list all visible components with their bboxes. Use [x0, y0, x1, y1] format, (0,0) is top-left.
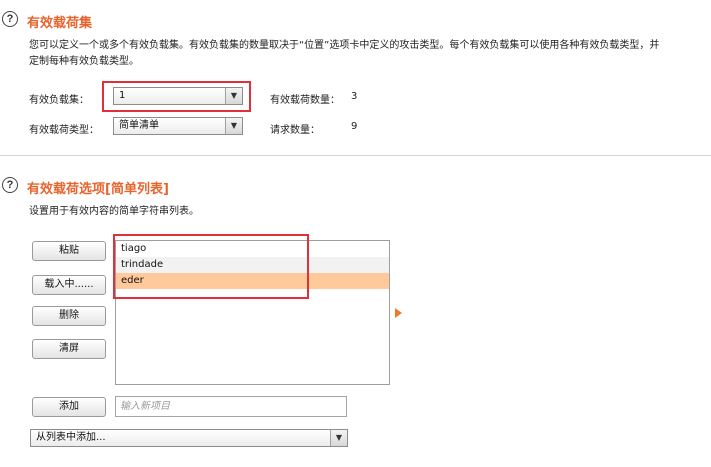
payload-type-label: 有效载荷类型： [29, 125, 99, 136]
add-from-list-label: 从列表中添加... [36, 432, 106, 443]
paste-button[interactable]: 粘贴 [32, 241, 106, 261]
help-icon[interactable]: ? [2, 11, 18, 27]
payload-options-title: 有效载荷选项[简单列表] [27, 182, 169, 197]
description-line-1: 您可以定义一个或多个有效负载集。有效负载集的数量取决于“位置”选项卡中定义的攻击… [29, 40, 660, 51]
add-button[interactable]: 添加 [32, 397, 106, 417]
payload-type-value: 简单清单 [119, 120, 159, 131]
payload-count-value: 3 [351, 91, 358, 102]
load-button[interactable]: 载入中...... [32, 275, 106, 295]
payload-set-label: 有效负载集： [29, 95, 89, 106]
chevron-down-icon[interactable]: ▼ [330, 430, 347, 446]
new-item-input[interactable]: 输入新项目 [115, 396, 347, 417]
payload-sets-description: 您可以定义一个或多个有效负载集。有效负载集的数量取决于“位置”选项卡中定义的攻击… [29, 38, 711, 70]
payload-options-description: 设置用于有效内容的简单字符串列表。 [29, 206, 199, 217]
section-divider [0, 155, 711, 156]
help-icon[interactable]: ? [2, 177, 18, 193]
description-line-2: 定制每种有效负载类型。 [29, 56, 139, 67]
payload-count-label: 有效载荷数量： [270, 95, 340, 106]
remove-button[interactable]: 删除 [32, 306, 106, 326]
request-count-label: 请求数量： [270, 125, 320, 136]
clear-button[interactable]: 清屏 [32, 339, 106, 359]
highlight-box-payload-list [113, 234, 309, 299]
play-arrow-icon[interactable] [395, 308, 402, 318]
highlight-box-payload-set [102, 81, 251, 112]
payload-type-select[interactable]: 简单清单 ▼ [113, 117, 243, 135]
add-from-list-select[interactable]: 从列表中添加... ▼ [30, 429, 348, 447]
chevron-down-icon[interactable]: ▼ [225, 118, 242, 134]
payload-sets-title: 有效载荷集 [27, 16, 93, 31]
request-count-value: 9 [351, 121, 358, 132]
